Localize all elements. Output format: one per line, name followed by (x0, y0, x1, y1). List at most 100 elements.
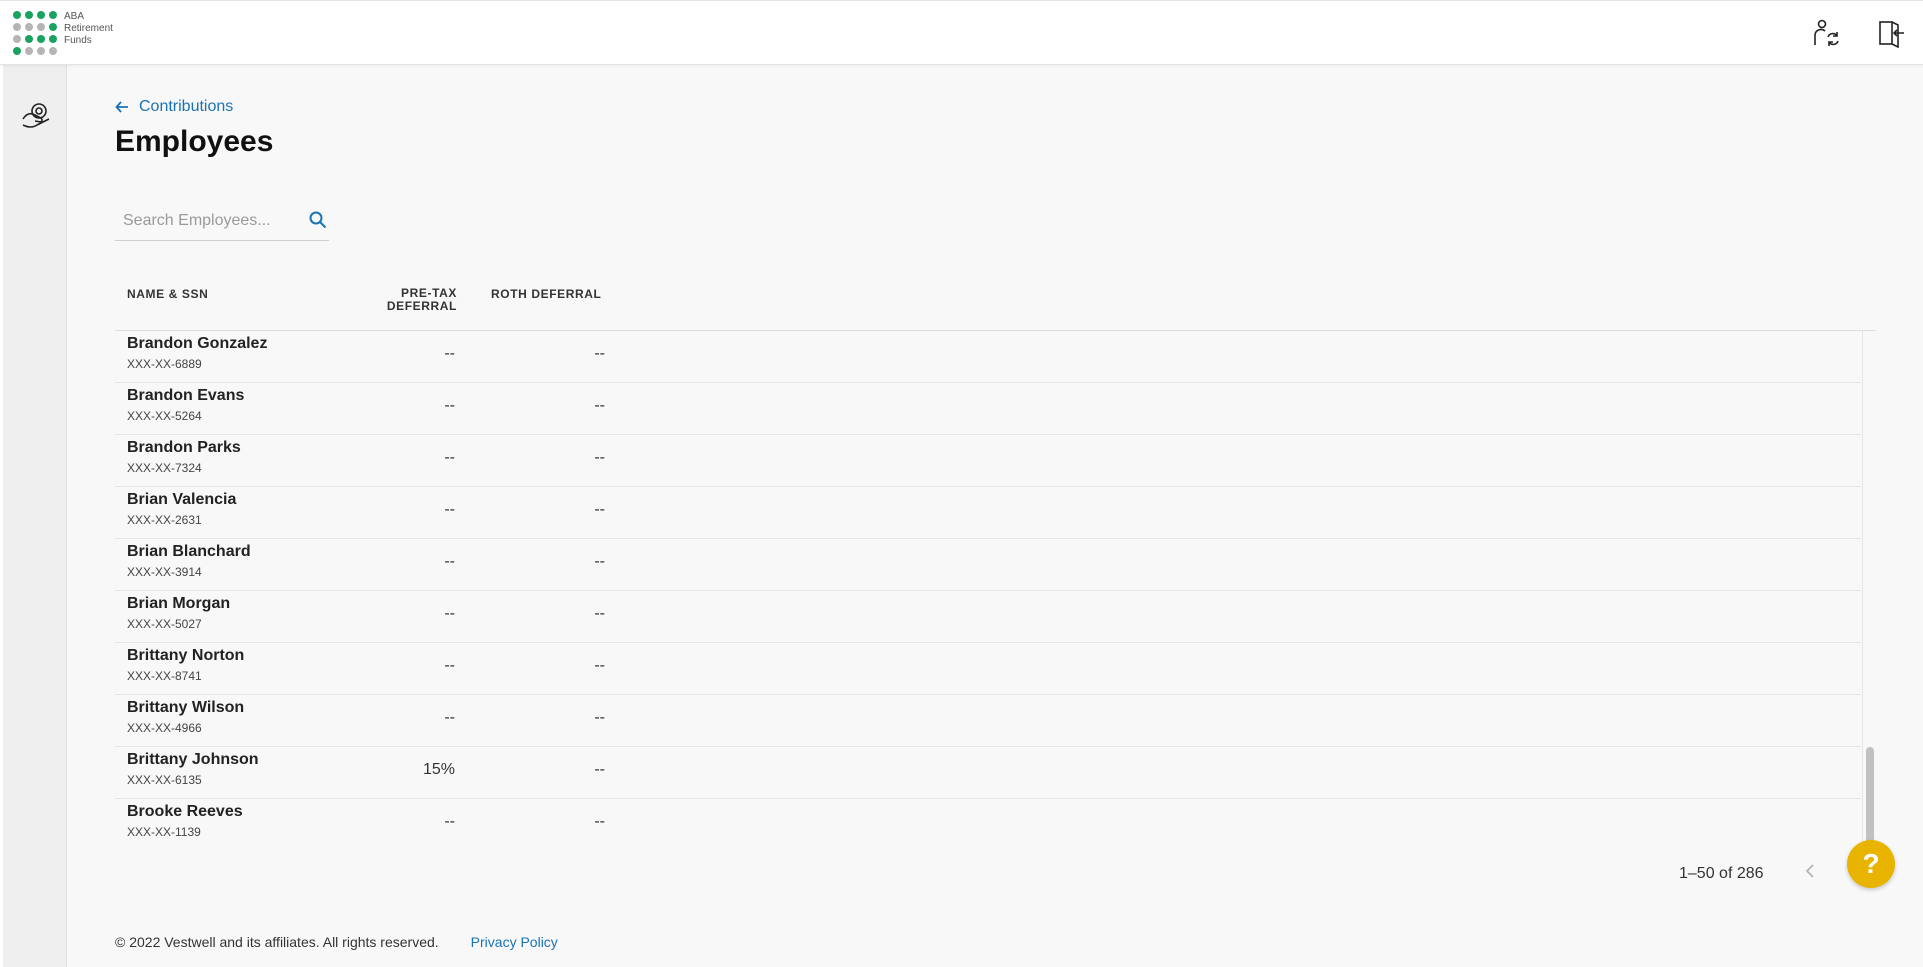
employees-table: NAME & SSN PRE-TAX DEFERRAL ROTH DEFERRA… (115, 265, 1876, 846)
employee-ssn: XXX-XX-4966 (127, 721, 202, 735)
employee-ssn: XXX-XX-6135 (127, 773, 202, 787)
employee-name: Brian Blanchard (127, 543, 251, 560)
table-header: NAME & SSN PRE-TAX DEFERRAL ROTH DEFERRA… (115, 265, 1876, 331)
roth-deferral-value: -- (594, 449, 605, 466)
pagination-label: 1–50 of 286 (1679, 865, 1764, 882)
employee-ssn: XXX-XX-2631 (127, 513, 202, 527)
employee-ssn: XXX-XX-5027 (127, 617, 202, 631)
employee-ssn: XXX-XX-5264 (127, 409, 202, 423)
roth-deferral-value: -- (594, 501, 605, 518)
side-rail (0, 65, 67, 967)
column-header-pretax[interactable]: PRE-TAX DEFERRAL (365, 287, 457, 313)
roth-deferral-value: -- (594, 709, 605, 726)
pretax-deferral-value: -- (444, 605, 455, 622)
roth-deferral-value: -- (594, 657, 605, 674)
roth-deferral-value: -- (594, 345, 605, 362)
employee-ssn: XXX-XX-3914 (127, 565, 202, 579)
logo-dot (13, 47, 21, 55)
employee-name: Brittany Norton (127, 647, 245, 664)
table-row[interactable]: Brooke Reeves XXX-XX-1139 -- -- (115, 799, 1861, 846)
employee-name: Brittany Johnson (127, 751, 259, 768)
pretax-deferral-value: -- (444, 501, 455, 518)
back-to-contributions-link[interactable]: Contributions (115, 98, 233, 116)
table-body[interactable]: Brandon Gonzalez XXX-XX-6889 -- -- Brandon E… (115, 331, 1876, 846)
employee-name: Brooke Reeves (127, 803, 243, 820)
aba-logo[interactable]: ABA Retirement Funds (13, 11, 123, 57)
roth-deferral-value: -- (594, 605, 605, 622)
employee-name: Brian Valencia (127, 491, 237, 508)
employee-ssn: XXX-XX-8741 (127, 669, 202, 683)
table-row[interactable]: Brandon Evans XXX-XX-5264 -- -- (115, 383, 1861, 435)
table-row[interactable]: Brandon Parks XXX-XX-7324 -- -- (115, 435, 1861, 487)
pretax-deferral-value: -- (444, 709, 455, 726)
column-header-pretax-line: DEFERRAL (386, 299, 457, 313)
employee-name: Brian Morgan (127, 595, 231, 612)
main-content: Contributions Employees NAME & SSN PRE-T… (67, 65, 1923, 967)
table-row[interactable]: Brian Morgan XXX-XX-5027 -- -- (115, 591, 1861, 643)
help-button[interactable]: ? (1847, 840, 1895, 888)
table-scrollbar[interactable] (1862, 331, 1876, 846)
table-row[interactable]: Brittany Wilson XXX-XX-4966 -- -- (115, 695, 1861, 747)
employee-name: Brittany Wilson (127, 699, 245, 716)
logo-dot (49, 11, 57, 19)
logo-line: ABA (64, 11, 85, 22)
logo-dot (13, 23, 21, 31)
logo-dot (49, 23, 57, 31)
column-header-name[interactable]: NAME & SSN (127, 287, 208, 301)
hand-coin-icon[interactable] (20, 99, 54, 133)
scrollbar-thumb[interactable] (1866, 747, 1874, 843)
search-icon[interactable] (309, 211, 327, 234)
logo-line: Funds (64, 35, 92, 46)
pretax-deferral-value: -- (444, 657, 455, 674)
logo-dot (49, 35, 57, 43)
arrow-left-icon (115, 101, 128, 113)
roth-deferral-value: -- (594, 813, 605, 830)
pretax-deferral-value: -- (444, 813, 455, 830)
employee-name: Brandon Gonzalez (127, 335, 268, 352)
column-header-roth[interactable]: ROTH DEFERRAL (491, 287, 601, 301)
roth-deferral-value: -- (594, 397, 605, 414)
logo-dot (25, 23, 33, 31)
chevron-left-icon (1805, 864, 1814, 878)
pretax-deferral-value: -- (444, 345, 455, 362)
logo-dot (49, 47, 57, 55)
employee-name: Brandon Parks (127, 439, 241, 456)
logo-dots (13, 11, 57, 57)
pretax-deferral-value: -- (444, 449, 455, 466)
logo-dot (37, 47, 45, 55)
logo-dot (13, 11, 21, 19)
table-row[interactable]: Brandon Gonzalez XXX-XX-6889 -- -- (115, 331, 1861, 383)
logo-dot (37, 11, 45, 19)
previous-page-button[interactable] (1802, 862, 1820, 885)
table-row[interactable]: Brittany Johnson XXX-XX-6135 15% -- (115, 747, 1861, 799)
switch-user-icon[interactable] (1810, 17, 1842, 49)
roth-deferral-value: -- (594, 761, 605, 778)
top-header: ABA Retirement Funds (0, 0, 1923, 65)
back-link-label: Contributions (139, 98, 234, 115)
logo-dot (25, 35, 33, 43)
pretax-deferral-value: 15% (422, 761, 455, 778)
copyright-text: © 2022 Vestwell and its affiliates. All … (115, 934, 439, 950)
pretax-deferral-value: -- (444, 553, 455, 570)
page-title: Employees (115, 125, 274, 158)
logo-dot (25, 47, 33, 55)
table-row[interactable]: Brian Valencia XXX-XX-2631 -- -- (115, 487, 1861, 539)
logo-dot (37, 23, 45, 31)
employee-ssn: XXX-XX-6889 (127, 357, 202, 371)
logo-dot (25, 11, 33, 19)
employee-ssn: XXX-XX-7324 (127, 461, 202, 475)
privacy-policy-link[interactable]: Privacy Policy (471, 934, 558, 950)
employee-name: Brandon Evans (127, 387, 245, 404)
roth-deferral-value: -- (594, 553, 605, 570)
search-box (115, 201, 329, 241)
pretax-deferral-value: -- (444, 397, 455, 414)
table-row[interactable]: Brian Blanchard XXX-XX-3914 -- -- (115, 539, 1861, 591)
employee-ssn: XXX-XX-1139 (127, 825, 201, 839)
logo-text: ABA Retirement Funds (64, 11, 113, 57)
logo-line: Retirement (64, 23, 113, 34)
search-input[interactable] (115, 211, 295, 230)
footer: © 2022 Vestwell and its affiliates. All … (115, 934, 558, 950)
logo-dot (13, 35, 21, 43)
table-row[interactable]: Brittany Norton XXX-XX-8741 -- -- (115, 643, 1861, 695)
logout-icon[interactable] (1874, 17, 1906, 49)
